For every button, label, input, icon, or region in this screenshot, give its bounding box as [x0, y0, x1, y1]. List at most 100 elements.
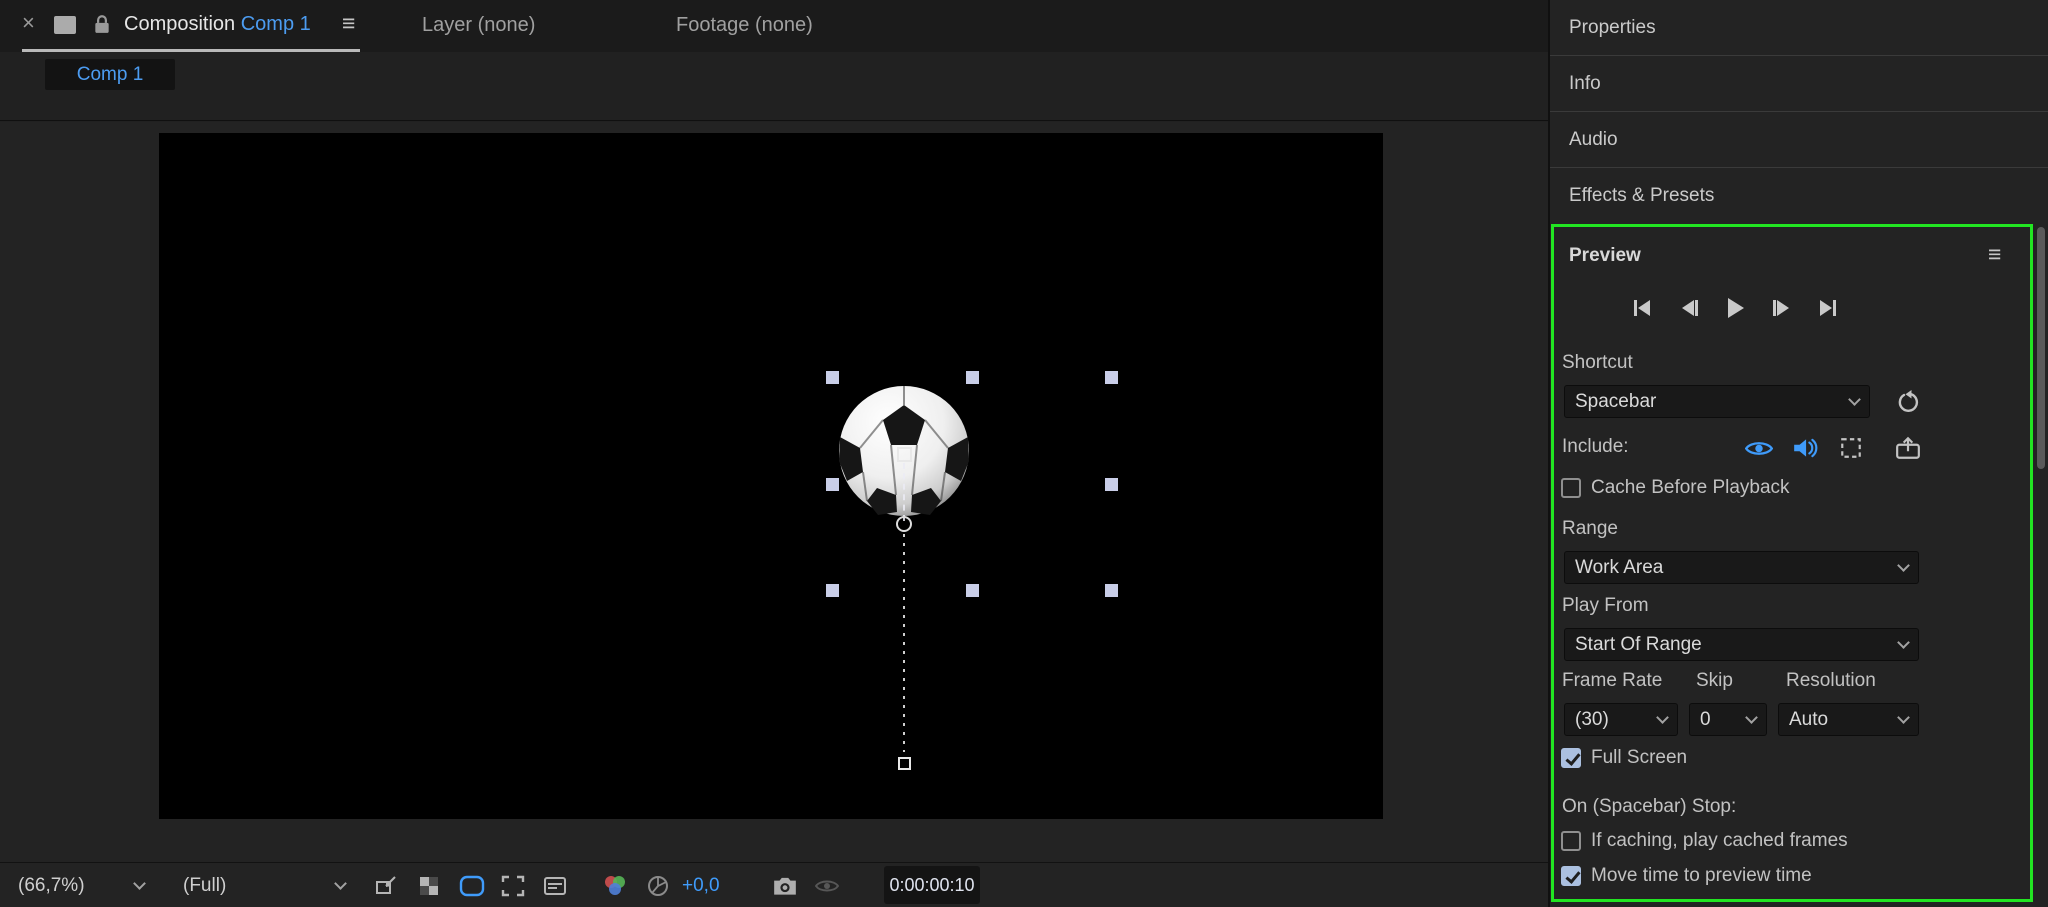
preview-resolution-select[interactable]: Auto — [1778, 703, 1919, 736]
range-value: Work Area — [1575, 556, 1664, 578]
play-from-select[interactable]: Start Of Range — [1564, 628, 1919, 661]
composition-canvas[interactable] — [159, 133, 1383, 819]
skip-label: Skip — [1696, 670, 1733, 691]
include-overlays-icon[interactable] — [1836, 433, 1866, 463]
play-from-value: Start Of Range — [1575, 633, 1702, 655]
composition-navigator: Comp 1 — [0, 52, 1548, 121]
cache-before-playback-checkbox[interactable] — [1561, 478, 1581, 498]
move-time-checkbox[interactable] — [1561, 866, 1581, 886]
full-screen-checkbox[interactable] — [1561, 748, 1581, 768]
close-icon[interactable]: × — [22, 10, 35, 36]
panel-icon[interactable] — [54, 16, 76, 34]
view-options-icon[interactable] — [540, 871, 570, 901]
if-caching-row: If caching, play cached frames — [1561, 830, 1848, 852]
selection-handle[interactable] — [1105, 584, 1118, 597]
chevron-down-icon — [1897, 558, 1910, 572]
transport-controls — [1628, 293, 1842, 323]
panel-tab-effects-presets[interactable]: Effects & Presets — [1550, 168, 2048, 224]
viewer-bottom-toolbar: (66,7%) (Full) +0,0 0:00:00:10 — [0, 862, 1548, 907]
tab-composition[interactable]: Composition Comp 1 — [124, 13, 311, 36]
move-time-label: Move time to preview time — [1591, 865, 1812, 886]
move-time-row: Move time to preview time — [1561, 865, 1812, 887]
resolution-value: (Full) — [183, 875, 227, 896]
sidebar-scrollbar[interactable] — [2037, 227, 2045, 469]
last-frame-button[interactable] — [1814, 294, 1842, 322]
motion-path-end-keyframe[interactable] — [898, 757, 911, 770]
channel-settings-icon[interactable] — [600, 871, 630, 901]
preview-panel-title: Preview — [1569, 245, 1641, 266]
reset-exposure-icon[interactable] — [643, 871, 673, 901]
selection-handle[interactable] — [1105, 478, 1118, 491]
chevron-down-icon — [334, 877, 347, 890]
include-video-eye-icon[interactable] — [1744, 433, 1774, 463]
shortcut-label: Shortcut — [1562, 352, 1633, 373]
previous-frame-button[interactable] — [1675, 294, 1703, 322]
include-label: Include: — [1562, 436, 1629, 457]
range-label: Range — [1562, 518, 1618, 539]
first-frame-button[interactable] — [1628, 294, 1656, 322]
skip-select[interactable]: 0 — [1689, 703, 1767, 736]
viewer-area — [0, 122, 1548, 862]
full-screen-row: Full Screen — [1561, 747, 1687, 769]
include-audio-speaker-icon[interactable] — [1790, 433, 1820, 463]
right-panel-stack: Properties Info Audio Effects & Presets … — [1548, 0, 2048, 907]
preview-time-display[interactable]: 0:00:00:10 — [884, 866, 980, 904]
next-frame-button[interactable] — [1768, 294, 1796, 322]
mask-visibility-icon[interactable] — [457, 871, 487, 901]
range-select[interactable]: Work Area — [1564, 551, 1919, 584]
play-button[interactable] — [1721, 294, 1749, 322]
chevron-down-icon — [1848, 392, 1861, 406]
transparency-grid-icon[interactable] — [414, 871, 444, 901]
resolution-label: Resolution — [1786, 670, 1876, 691]
device-preview-icon[interactable] — [1893, 433, 1923, 463]
after-effects-window: × Composition Comp 1 ≡ Layer (none) Foot… — [0, 0, 2048, 907]
composition-viewer-panel: × Composition Comp 1 ≡ Layer (none) Foot… — [0, 0, 1548, 907]
frame-rate-label: Frame Rate — [1562, 670, 1663, 691]
tab-menu-icon[interactable]: ≡ — [342, 10, 355, 37]
cache-before-playback-row: Cache Before Playback — [1561, 477, 1790, 499]
chevron-down-icon — [1745, 710, 1758, 724]
snapshot-camera-icon[interactable] — [770, 871, 800, 901]
lock-icon[interactable] — [94, 14, 110, 39]
play-from-label: Play From — [1562, 595, 1649, 616]
selection-handle[interactable] — [826, 584, 839, 597]
grid-guides-icon[interactable] — [371, 871, 401, 901]
tab-composition-label: Composition — [124, 13, 236, 35]
chevron-down-icon — [1897, 710, 1910, 724]
if-caching-checkbox[interactable] — [1561, 831, 1581, 851]
frame-rate-value: (30) — [1575, 708, 1609, 730]
if-caching-label: If caching, play cached frames — [1591, 830, 1848, 851]
magnification-select[interactable]: (66,7%) — [18, 872, 146, 900]
motion-path — [903, 534, 905, 752]
comp-navigator-button[interactable]: Comp 1 — [45, 59, 175, 90]
shortcut-select[interactable]: Spacebar — [1564, 385, 1870, 418]
anchor-point-icon[interactable] — [896, 516, 912, 532]
chevron-down-icon — [133, 877, 146, 890]
tab-composition-name: Comp 1 — [240, 13, 311, 35]
exposure-value[interactable]: +0,0 — [682, 875, 720, 897]
show-snapshot-icon[interactable] — [812, 871, 842, 901]
cache-before-playback-label: Cache Before Playback — [1591, 477, 1790, 498]
layer-anchor-handle[interactable] — [897, 447, 912, 462]
selection-handle[interactable] — [1105, 371, 1118, 384]
preview-panel-menu-icon[interactable]: ≡ — [1988, 241, 2001, 268]
tab-layer[interactable]: Layer (none) — [422, 14, 535, 37]
selection-handle[interactable] — [966, 584, 979, 597]
chevron-down-icon — [1897, 635, 1910, 649]
on-stop-label: On (Spacebar) Stop: — [1562, 796, 1737, 817]
frame-rate-select[interactable]: (30) — [1564, 703, 1678, 736]
resolution-select[interactable]: (Full) — [183, 872, 347, 900]
skip-value: 0 — [1700, 708, 1711, 730]
panel-tab-audio[interactable]: Audio — [1550, 112, 2048, 168]
region-of-interest-icon[interactable] — [498, 871, 528, 901]
reset-shortcut-icon[interactable] — [1892, 387, 1922, 417]
panel-tab-info[interactable]: Info — [1550, 56, 2048, 112]
panel-tab-properties[interactable]: Properties — [1550, 0, 2048, 56]
shortcut-value: Spacebar — [1575, 390, 1657, 412]
viewer-tab-bar: × Composition Comp 1 ≡ Layer (none) Foot… — [0, 0, 1548, 52]
chevron-down-icon — [1656, 710, 1669, 724]
anchor-line — [903, 463, 905, 521]
tab-footage[interactable]: Footage (none) — [676, 14, 813, 37]
full-screen-label: Full Screen — [1591, 747, 1688, 768]
magnification-value: (66,7%) — [18, 875, 85, 896]
